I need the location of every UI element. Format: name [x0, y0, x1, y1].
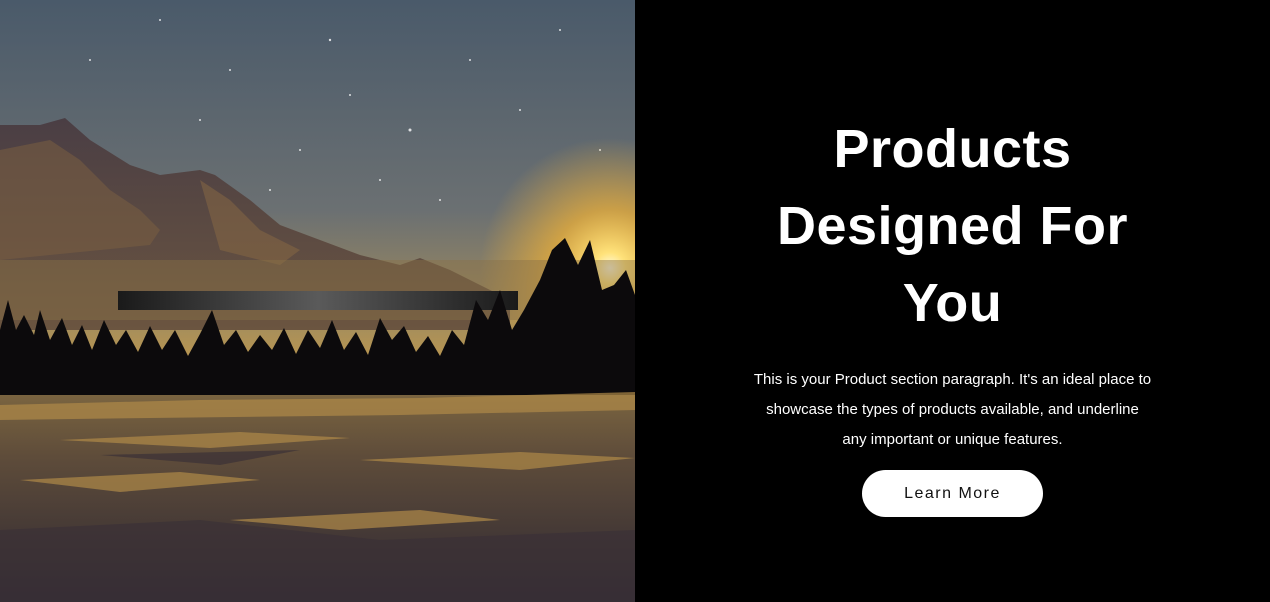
product-section: Products Designed For You This is your P… [0, 0, 1270, 602]
title-line-1: Products [833, 119, 1072, 179]
section-title: Products Designed For You [693, 111, 1213, 342]
title-line-2: Designed For [776, 196, 1129, 256]
section-paragraph: This is your Product section paragraph. … [753, 371, 1152, 448]
product-text-panel: Products Designed For You This is your P… [635, 0, 1270, 602]
title-line-3: You [902, 273, 1003, 333]
learn-more-button[interactable]: Learn More [862, 470, 1043, 517]
landscape-image [0, 0, 635, 602]
